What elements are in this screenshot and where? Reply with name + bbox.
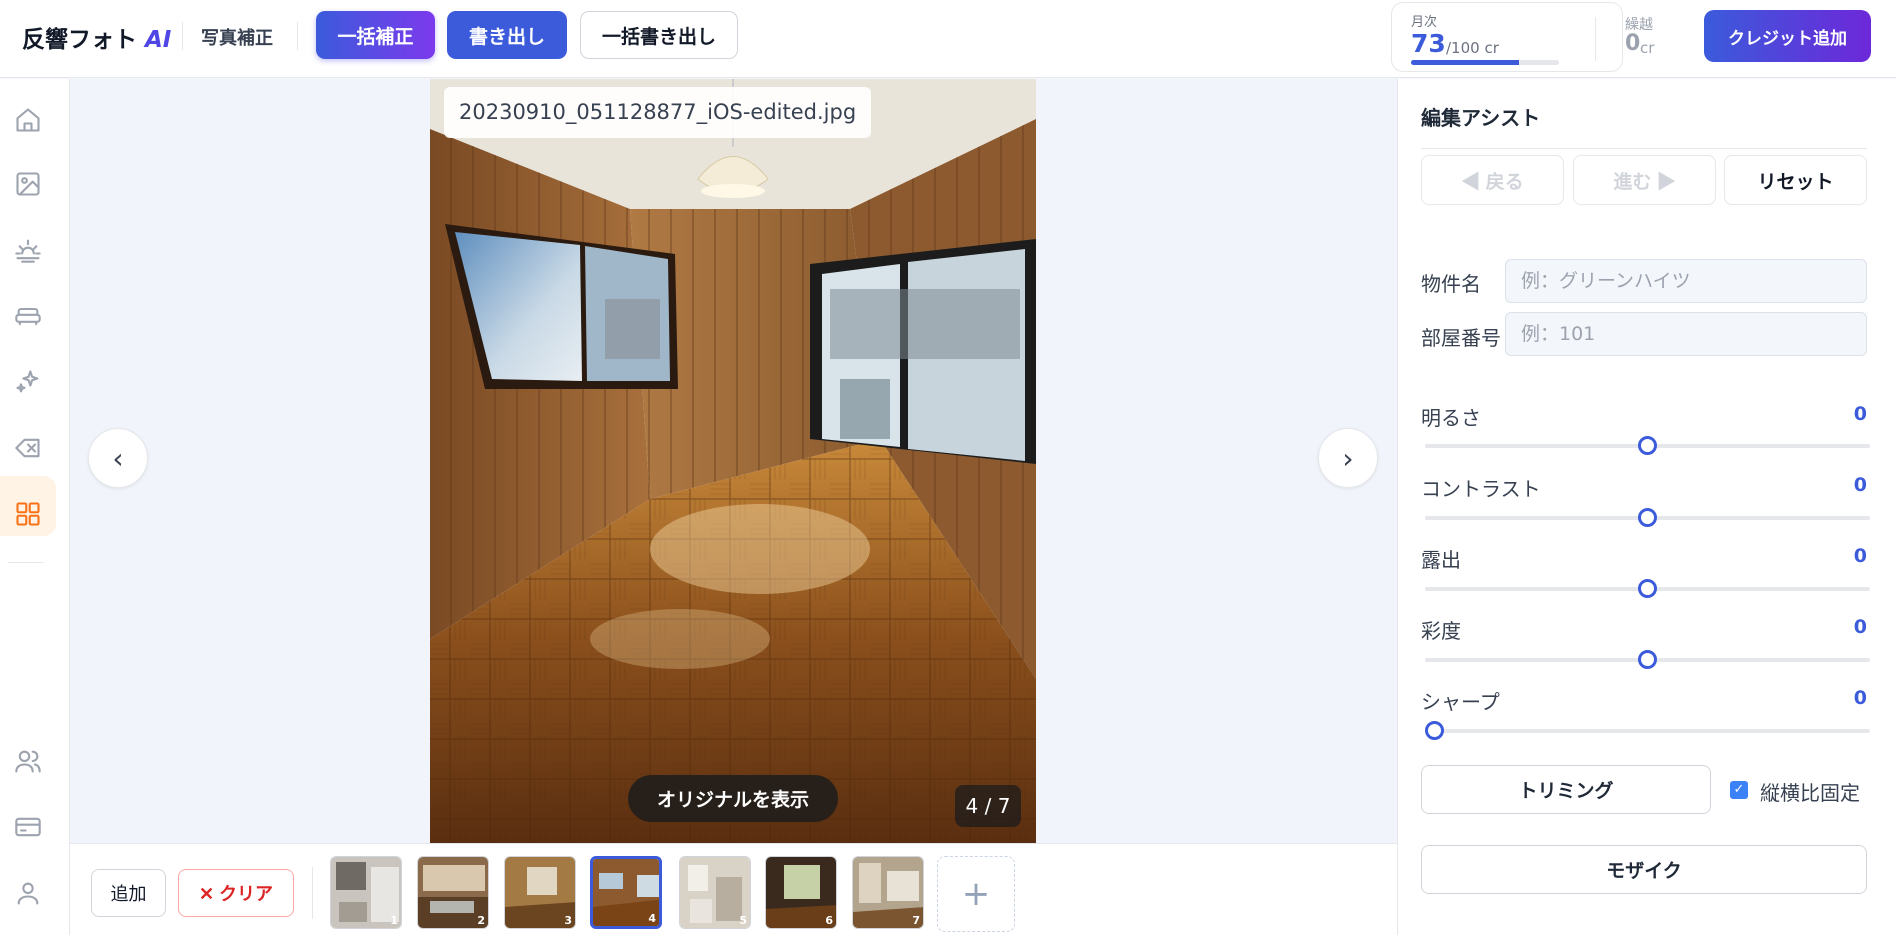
thumbnail-number: 3 — [564, 914, 572, 927]
sunrise-icon[interactable] — [10, 232, 46, 268]
home-icon[interactable] — [10, 102, 46, 138]
property-name-input[interactable] — [1505, 259, 1867, 303]
thumbnail-number: 2 — [477, 914, 485, 927]
thumbnail-number: 4 — [648, 912, 656, 925]
divider — [8, 562, 44, 563]
filename-label: 20230910_051128877_iOS-edited.jpg — [444, 87, 872, 138]
divider — [312, 867, 313, 919]
reset-button[interactable]: リセット — [1724, 155, 1867, 205]
show-original-button[interactable]: オリジナルを表示 — [628, 775, 838, 822]
divider — [182, 22, 183, 50]
aspect-lock-checkbox[interactable]: ✓ — [1730, 781, 1748, 799]
export-button[interactable]: 書き出し — [447, 11, 567, 59]
exposure-value: 0 — [1853, 545, 1867, 567]
divider — [1595, 17, 1596, 61]
contrast-label: コントラスト — [1421, 477, 1541, 501]
monthly-credit-bar — [1411, 60, 1559, 65]
thumbnail[interactable]: 6 — [765, 856, 837, 929]
sharpness-label: シャープ — [1421, 690, 1500, 714]
sofa-icon[interactable] — [10, 298, 46, 334]
carryover-credit-unit: cr — [1640, 39, 1655, 57]
thumbnail[interactable]: 3 — [504, 856, 576, 929]
sharpness-value: 0 — [1853, 687, 1867, 709]
app-logo[interactable]: 反響フォト AI — [22, 20, 171, 54]
saturation-value: 0 — [1853, 616, 1867, 638]
brightness-label: 明るさ — [1421, 406, 1481, 430]
top-bar: 反響フォト AI 写真補正 一括補正 書き出し 一括書き出し 月次 73 /100… — [0, 0, 1896, 78]
brand-ai: AI — [145, 27, 172, 53]
undo-button[interactable]: ◀ 戻る — [1421, 155, 1564, 205]
eraser-icon[interactable] — [10, 430, 46, 466]
users-icon[interactable] — [10, 743, 46, 779]
thumbnail-number: 7 — [912, 914, 920, 927]
image-icon[interactable] — [10, 166, 46, 202]
sharpness-slider[interactable] — [1425, 729, 1870, 733]
credit-card-icon[interactable] — [10, 809, 46, 845]
room-number-label: 部屋番号 — [1421, 326, 1501, 350]
batch-correct-button[interactable]: 一括補正 — [316, 11, 435, 59]
brand-name: 反響フォト — [22, 27, 137, 53]
thumbnail[interactable]: 5 — [679, 856, 751, 929]
saturation-label: 彩度 — [1421, 619, 1461, 643]
property-name-label: 物件名 — [1421, 272, 1481, 296]
contrast-slider-thumb[interactable] — [1638, 508, 1657, 527]
sparkle-icon[interactable] — [10, 364, 46, 400]
monthly-credit-label: 月次 — [1411, 15, 1438, 30]
next-image-button[interactable]: › — [1318, 428, 1378, 488]
monthly-credit-unit: /100 cr — [1446, 39, 1499, 57]
brightness-value: 0 — [1853, 403, 1867, 425]
mosaic-button[interactable]: モザイク — [1421, 845, 1867, 894]
image-counter: 4 / 7 — [955, 785, 1021, 827]
breadcrumb: 写真補正 — [201, 28, 273, 49]
room-photo[interactable] — [430, 79, 1036, 843]
grid-icon[interactable] — [10, 496, 46, 532]
redo-button[interactable]: 進む ▶ — [1573, 155, 1716, 205]
exposure-slider-thumb[interactable] — [1638, 579, 1657, 598]
thumbnail[interactable]: 7 — [852, 856, 924, 929]
add-images-button[interactable]: 追加 — [91, 869, 166, 917]
contrast-value: 0 — [1853, 474, 1867, 496]
thumbnail[interactable]: 2 — [417, 856, 489, 929]
divider — [297, 22, 298, 50]
monthly-credit-bar-fill — [1411, 60, 1520, 65]
aspect-lock-label: 縦横比固定 — [1760, 781, 1860, 805]
credit-meter: 月次 73 /100 cr — [1391, 2, 1623, 72]
user-icon[interactable] — [10, 875, 46, 911]
monthly-credit-value: 73 — [1411, 29, 1446, 58]
divider — [1421, 148, 1867, 149]
batch-export-button[interactable]: 一括書き出し — [580, 11, 738, 59]
brightness-slider-thumb[interactable] — [1638, 436, 1657, 455]
saturation-slider-thumb[interactable] — [1638, 650, 1657, 669]
prev-image-button[interactable]: ‹ — [88, 428, 148, 488]
clear-images-button[interactable]: ✕ クリア — [178, 869, 294, 917]
thumbnail-number: 1 — [390, 914, 398, 927]
panel-title: 編集アシスト — [1421, 106, 1541, 130]
trim-button[interactable]: トリミング — [1421, 765, 1711, 814]
thumbnail-selected[interactable]: 4 — [590, 856, 662, 929]
thumbnail[interactable]: 1 — [330, 856, 402, 929]
thumbnail-number: 6 — [825, 914, 833, 927]
room-number-input[interactable] — [1505, 312, 1867, 356]
exposure-label: 露出 — [1421, 548, 1461, 572]
sharpness-slider-thumb[interactable] — [1425, 721, 1444, 740]
thumbnail-number: 5 — [739, 914, 747, 927]
add-thumbnail-button[interactable]: + — [937, 856, 1015, 932]
carryover-credit-value: 0 — [1625, 31, 1641, 56]
add-credit-button[interactable]: クレジット追加 — [1704, 10, 1871, 62]
